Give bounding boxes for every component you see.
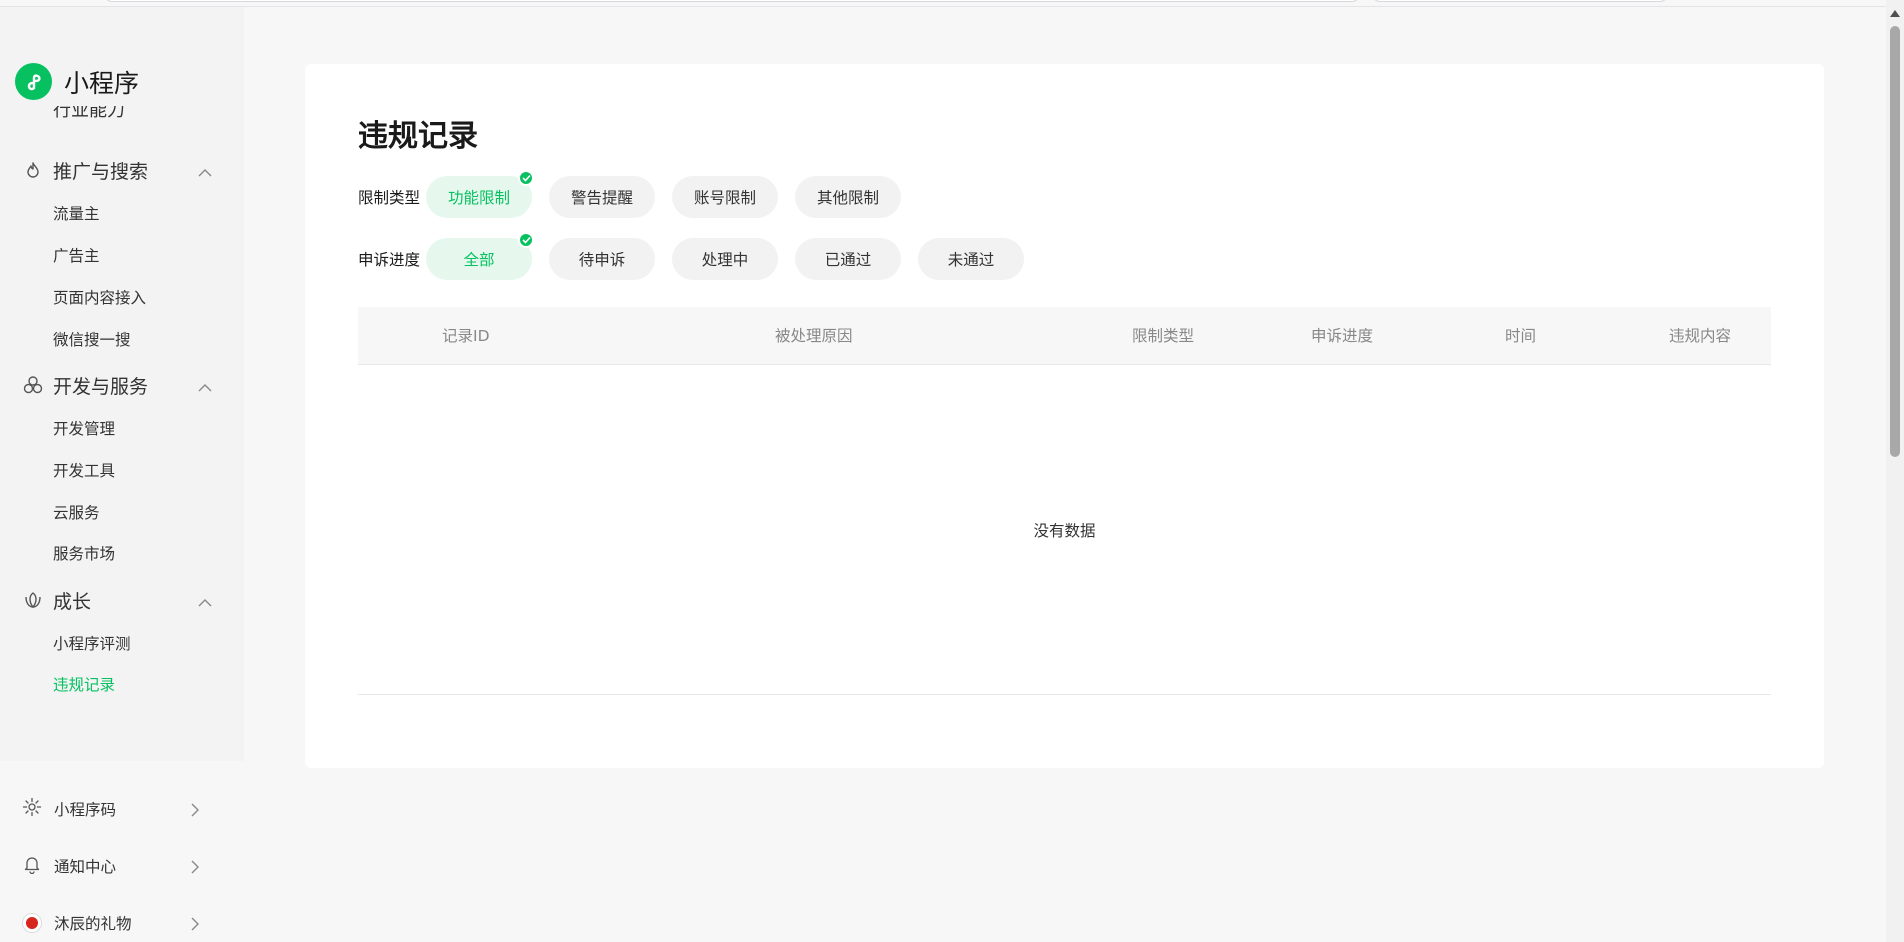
flame-icon [22, 159, 44, 181]
check-icon [518, 232, 534, 248]
chevron-up-icon [198, 378, 212, 397]
table-empty-state: 没有数据 [358, 365, 1771, 695]
chip-function-limit[interactable]: 功能限制 [426, 170, 534, 218]
chip-rejected[interactable]: 未通过 [918, 238, 1024, 280]
chip-account-limit[interactable]: 账号限制 [672, 176, 778, 218]
sidebar-item-dev-tools[interactable]: 开发工具 [53, 459, 115, 483]
chevron-right-icon [190, 916, 200, 935]
chevron-up-icon [198, 163, 212, 182]
sidebar-item-evaluation[interactable]: 小程序评测 [53, 632, 131, 656]
chip-approved[interactable]: 已通过 [795, 238, 901, 280]
sidebar-bottom-label: 小程序码 [54, 801, 117, 819]
sidebar-nav: 小程序 行业能力 推广与搜索 流量主 广告主 页面内容接入 微信搜一搜 开发与服… [0, 7, 244, 761]
chevron-right-icon [190, 802, 200, 821]
column-header-appeal-progress: 申诉进度 [1311, 327, 1374, 345]
main-card: 违规记录 限制类型 功能限制 警告提醒 账号限制 其他限制 申诉进度 全部 待申… [305, 64, 1824, 768]
chevron-up-icon [198, 593, 212, 612]
filter-restriction-type: 限制类型 功能限制 警告提醒 账号限制 其他限制 [358, 170, 918, 218]
chevron-right-icon [190, 859, 200, 878]
empty-text: 没有数据 [1033, 521, 1096, 540]
sidebar-item-dev-management[interactable]: 开发管理 [53, 417, 115, 441]
sidebar: 小程序 行业能力 推广与搜索 流量主 广告主 页面内容接入 微信搜一搜 开发与服… [0, 7, 244, 942]
browser-top-bar [0, 0, 1886, 7]
scroll-up-arrow-icon[interactable] [1890, 10, 1900, 17]
sidebar-item-advertiser[interactable]: 广告主 [53, 244, 100, 268]
search-bar[interactable] [1372, 0, 1668, 2]
filter-label: 申诉进度 [358, 251, 421, 269]
filter-appeal-progress: 申诉进度 全部 待申诉 处理中 已通过 未通过 [358, 232, 1041, 280]
brand[interactable]: 小程序 [15, 63, 139, 100]
page-scrollbar[interactable] [1886, 0, 1904, 942]
chip-all[interactable]: 全部 [426, 232, 534, 280]
miniprogram-logo-icon [15, 63, 52, 100]
page-title: 违规记录 [358, 119, 478, 154]
avatar [22, 913, 42, 933]
table-header: 记录ID 被处理原因 限制类型 申诉进度 时间 违规内容 [358, 307, 1771, 365]
brand-title: 小程序 [64, 68, 140, 98]
sidebar-item-wechat-search[interactable]: 微信搜一搜 [53, 328, 131, 352]
bell-icon [22, 854, 42, 878]
sidebar-group-label: 成长 [53, 590, 92, 613]
sidebar-item-service-market[interactable]: 服务市场 [53, 542, 115, 566]
check-icon [518, 170, 534, 186]
sidebar-item-cloud-service[interactable]: 云服务 [53, 501, 100, 525]
sidebar-group-dev[interactable]: 开发与服务 [22, 370, 212, 400]
sidebar-group-label: 推广与搜索 [53, 160, 149, 183]
chip-pending-appeal[interactable]: 待申诉 [549, 238, 655, 280]
scrollbar-thumb[interactable] [1890, 26, 1900, 457]
column-header-restriction-type: 限制类型 [1132, 327, 1195, 345]
column-header-record-id: 记录ID [442, 327, 490, 345]
filter-label: 限制类型 [358, 189, 421, 207]
sidebar-group-growth[interactable]: 成长 [22, 585, 212, 615]
column-header-time: 时间 [1505, 327, 1537, 345]
chip-processing[interactable]: 处理中 [672, 238, 778, 280]
sun-icon [22, 797, 42, 821]
sidebar-bottom-label: 沐辰的礼物 [54, 915, 132, 933]
cluster-icon [22, 374, 44, 396]
sidebar-item-qrcode[interactable]: 小程序码 [22, 794, 200, 824]
sidebar-bottom-label: 通知中心 [54, 858, 117, 876]
column-header-reason: 被处理原因 [775, 327, 853, 345]
sidebar-group-label: 开发与服务 [53, 375, 149, 398]
sidebar-group-promotion[interactable]: 推广与搜索 [22, 155, 212, 185]
sidebar-item-clipped[interactable]: 行业能力 [53, 106, 193, 118]
sidebar-item-violation-records[interactable]: 违规记录 [53, 673, 115, 697]
column-header-violation-content: 违规内容 [1669, 327, 1732, 345]
growth-icon [22, 589, 44, 611]
chip-other-limit[interactable]: 其他限制 [795, 176, 901, 218]
sidebar-item-page-content[interactable]: 页面内容接入 [53, 286, 146, 310]
chip-warning[interactable]: 警告提醒 [549, 176, 655, 218]
sidebar-item-account[interactable]: 沐辰的礼物 [22, 908, 200, 938]
sidebar-item-traffic-owner[interactable]: 流量主 [53, 202, 100, 226]
address-bar[interactable] [104, 0, 1360, 2]
sidebar-item-notifications[interactable]: 通知中心 [22, 851, 200, 881]
